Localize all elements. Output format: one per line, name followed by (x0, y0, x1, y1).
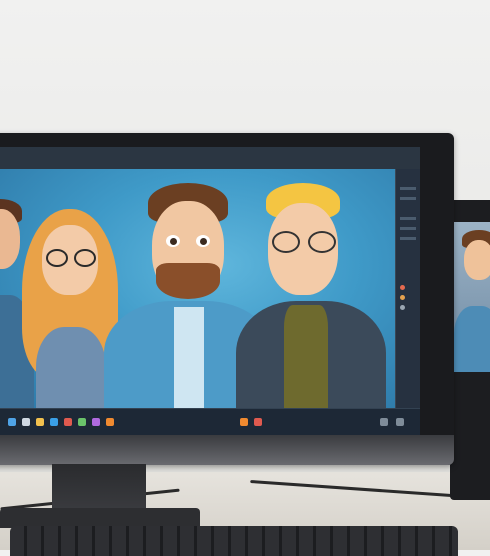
folder-icon[interactable] (36, 418, 44, 426)
panel-row (400, 187, 416, 190)
panel-row (400, 217, 416, 220)
start-icon[interactable] (8, 418, 16, 426)
character-blonde-man (236, 183, 386, 409)
panel-row (400, 227, 416, 230)
side-character-face (464, 240, 490, 280)
monitor-screen (0, 147, 420, 435)
properties-panel (395, 169, 420, 409)
monitor-base (0, 508, 200, 528)
panel-row (400, 237, 416, 240)
main-monitor (0, 133, 454, 465)
character-undershirt (174, 307, 204, 409)
tray-icon[interactable] (240, 418, 248, 426)
app-topbar (0, 147, 420, 170)
glasses-icon (74, 249, 96, 267)
app-icon[interactable] (92, 418, 100, 426)
tray-icon[interactable] (254, 418, 262, 426)
glasses-icon (46, 249, 68, 267)
monitor-stand (52, 464, 146, 514)
tray-icon[interactable] (396, 418, 404, 426)
color-swatch[interactable] (400, 285, 405, 290)
render-canvas (0, 169, 396, 409)
glasses-icon (272, 231, 300, 253)
tray-icon[interactable] (380, 418, 388, 426)
side-monitor (450, 200, 490, 500)
monitor-bezel (0, 435, 454, 465)
browser-icon[interactable] (50, 418, 58, 426)
taskbar (0, 408, 420, 435)
mail-icon[interactable] (64, 418, 72, 426)
character-undershirt (284, 305, 328, 409)
keyboard (10, 526, 458, 556)
side-monitor-screen (454, 222, 490, 372)
photo-scene (0, 0, 490, 556)
pupil (200, 238, 207, 245)
character-body (36, 327, 106, 409)
color-swatch[interactable] (400, 295, 405, 300)
glasses-icon (308, 231, 336, 253)
character-beard (156, 263, 220, 299)
color-swatch[interactable] (400, 305, 405, 310)
panel-row (400, 197, 416, 200)
search-icon[interactable] (22, 418, 30, 426)
side-character-body (454, 306, 490, 372)
store-icon[interactable] (78, 418, 86, 426)
pupil (170, 238, 177, 245)
media-icon[interactable] (106, 418, 114, 426)
